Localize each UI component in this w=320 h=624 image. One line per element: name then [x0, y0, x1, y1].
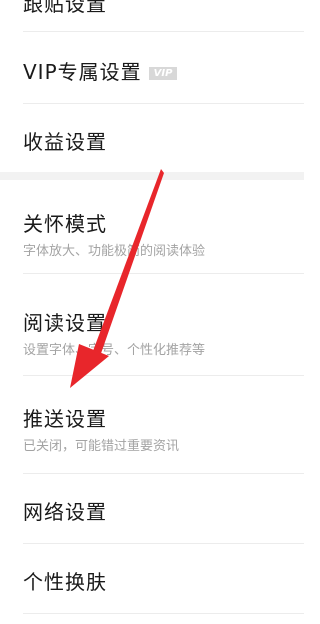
- settings-item-care-mode-label: 关怀模式: [23, 212, 107, 236]
- settings-item-earnings[interactable]: 收益设置: [0, 104, 304, 172]
- settings-item-earnings-label: 收益设置: [23, 130, 107, 154]
- settings-item-vip-label: VIP专属设置 VIP: [23, 56, 178, 85]
- settings-item-push-desc: 已关闭，可能错过重要资讯: [23, 439, 180, 454]
- settings-item-skin[interactable]: 个性换肤: [0, 544, 304, 614]
- settings-item-network[interactable]: 网络设置: [0, 474, 304, 544]
- settings-item-reading-desc: 设置字体、字号、个性化推荐等: [23, 343, 206, 358]
- settings-item-network-label: 网络设置: [23, 500, 107, 524]
- settings-item-reading[interactable]: 阅读设置 设置字体、字号、个性化推荐等: [0, 274, 304, 376]
- settings-item-care-mode-desc: 字体放大、功能极简的阅读体验: [23, 244, 206, 259]
- settings-page: 跟贴设置 VIP专属设置 VIP 收益设置 关怀模式 字体放大、功能极简的阅读体验…: [0, 0, 304, 624]
- settings-item-comment-label: 跟贴设置: [23, 0, 107, 16]
- settings-item-comment[interactable]: 跟贴设置: [0, 0, 304, 32]
- settings-item-skin-label: 个性换肤: [23, 570, 107, 594]
- settings-item-push[interactable]: 推送设置 已关闭，可能错过重要资讯: [0, 376, 304, 474]
- vip-settings-text: VIP专属设置: [23, 60, 142, 84]
- vip-badge: VIP: [148, 67, 178, 80]
- settings-item-reading-label: 阅读设置: [23, 311, 107, 335]
- section-separator: [0, 172, 304, 180]
- settings-item-vip[interactable]: VIP专属设置 VIP: [0, 32, 304, 104]
- divider: [23, 613, 304, 614]
- settings-item-care-mode[interactable]: 关怀模式 字体放大、功能极简的阅读体验: [0, 180, 304, 274]
- settings-item-push-label: 推送设置: [23, 407, 107, 431]
